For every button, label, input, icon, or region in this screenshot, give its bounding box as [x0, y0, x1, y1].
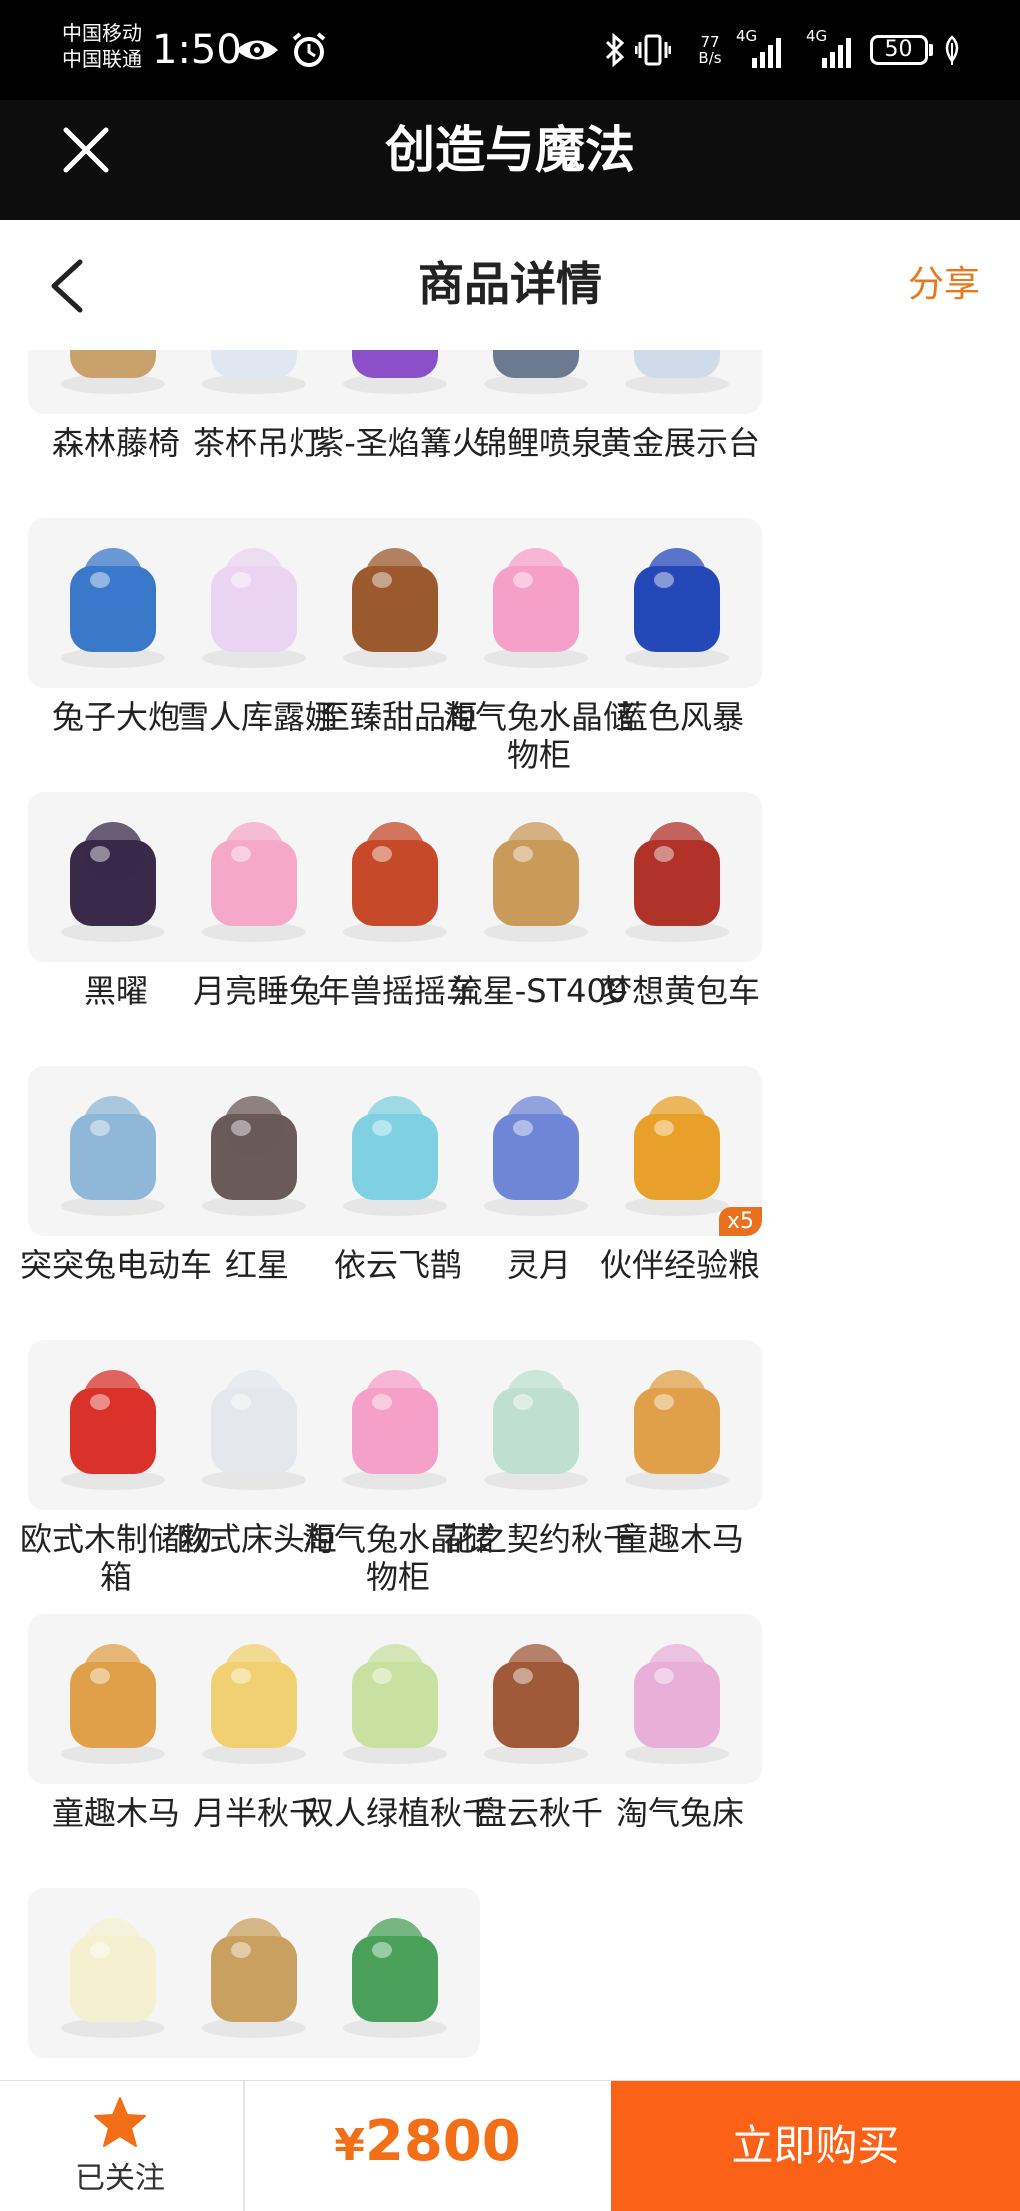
product-thumbnail	[592, 350, 762, 414]
status-time: 1:50	[152, 27, 242, 73]
price: ¥2800	[245, 2109, 610, 2174]
signal-2-label: 4G	[806, 27, 828, 45]
page-title: 商品详情	[418, 257, 602, 311]
product-name: 梦想黄包车	[599, 972, 760, 1010]
product-item[interactable]: 淘气兔床	[580, 1614, 770, 1874]
follow-button[interactable]: 已关注	[0, 2081, 240, 2211]
price-currency: ¥	[334, 2120, 365, 2171]
product-name: 淘气兔床	[615, 1794, 744, 1832]
net-speed-unit: B/s	[698, 49, 722, 67]
buy-now-button[interactable]: 立即购买	[611, 2081, 1020, 2211]
product-thumbnail	[592, 518, 762, 688]
carrier-2: 中国联通	[62, 47, 142, 71]
follow-label: 已关注	[75, 2161, 165, 2196]
status-bar: 中国移动 中国联通 1:50 77 B/s 4G 4G 50	[0, 0, 1020, 100]
product-name: 童趣木马	[615, 1520, 744, 1558]
product-grid: 森林藤椅 茶杯吊灯 紫-圣焰篝火 锦鲤喷泉 黄金展示台 兔子大炮 雪人库露娜 至臻甜品柜 淘气兔…	[0, 350, 1020, 2080]
leaf-icon	[940, 28, 964, 72]
product-thumbnail	[592, 1614, 762, 1784]
app-title: 创造与魔法	[385, 121, 635, 179]
rocking-horse-icon	[625, 1370, 729, 1490]
vibrate-icon	[634, 28, 672, 72]
rickshaw-icon	[625, 822, 729, 942]
bunny-bed-icon	[625, 1644, 729, 1764]
product-thumbnail	[592, 1340, 762, 1510]
battery-icon: 50	[868, 28, 934, 72]
carrier-info: 中国移动 中国联通	[62, 20, 142, 72]
price-value: 2800	[364, 2109, 521, 2174]
quantity-badge: x5	[718, 1207, 762, 1236]
green-vase-plant-icon	[343, 1918, 447, 2038]
blue-race-car-icon	[625, 548, 729, 668]
product-item[interactable]: 梦想黄包车	[580, 792, 770, 1052]
signal-1-label: 4G	[736, 27, 758, 45]
alarm-icon	[286, 28, 332, 72]
product-name: 黄金展示台	[599, 424, 760, 462]
product-name: 伙伴经验粮	[599, 1246, 760, 1284]
signal-icon: 4G	[806, 28, 858, 72]
net-speed: 77 B/s	[690, 28, 730, 72]
product-thumbnail	[592, 792, 762, 962]
product-thumbnail: x5	[592, 1066, 762, 1236]
title-bar: 创造与魔法	[0, 100, 1020, 220]
product-item[interactable]: x5 伙伴经验粮	[580, 1066, 770, 1326]
product-thumbnail	[310, 1888, 480, 2058]
bottom-bar: 已关注 ¥2800 立即购买	[0, 2080, 1020, 2211]
product-item[interactable]: 蓝色风暴	[580, 518, 770, 778]
bluetooth-icon	[600, 28, 630, 72]
product-item[interactable]	[298, 1888, 488, 2080]
eye-icon	[232, 28, 282, 72]
product-item[interactable]: 童趣木马	[580, 1340, 770, 1600]
product-item[interactable]: 黄金展示台	[580, 350, 770, 504]
share-button[interactable]: 分享	[908, 260, 980, 310]
star-icon	[92, 2095, 148, 2151]
golden-display-stand-icon	[625, 350, 729, 394]
battery-level: 50	[884, 37, 913, 62]
carrier-1: 中国移动	[62, 21, 142, 45]
signal-icon: 4G	[736, 28, 788, 72]
net-speed-value: 77	[700, 33, 720, 51]
product-name: 蓝色风暴	[615, 698, 744, 736]
nav-bar: 商品详情 分享	[0, 220, 1020, 350]
